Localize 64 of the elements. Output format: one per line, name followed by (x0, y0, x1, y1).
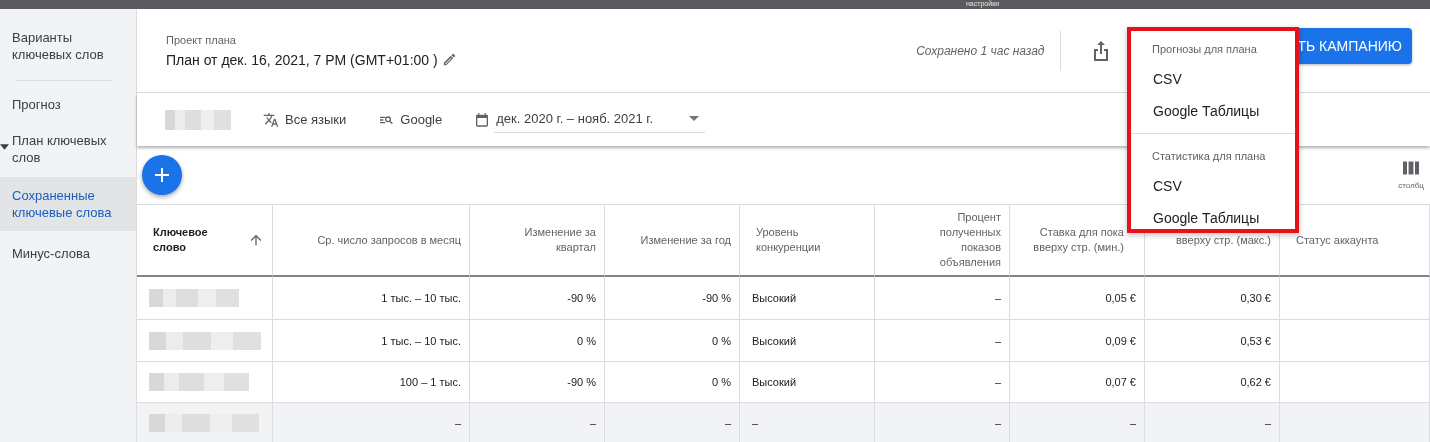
columns-button[interactable]: столбц (1394, 160, 1428, 190)
sidebar-item[interactable]: Прогноз (0, 87, 136, 121)
column-header: Ключевое слово (153, 225, 208, 255)
menu-section-title: Статистика для плана (1151, 149, 1267, 164)
sidebar-item[interactable]: Сохраненные ключевые слова (0, 177, 136, 231)
menu-item[interactable]: CSV (1131, 63, 1295, 95)
table-cell: -90 % (567, 376, 596, 388)
table-cell: – (994, 334, 1001, 347)
table-cell: Высокий (752, 292, 797, 304)
table-cell: – (994, 417, 1001, 429)
table-cell: 0 % (577, 334, 596, 347)
column-header: Ср. число запросов в месяц (317, 232, 461, 248)
add-button[interactable] (142, 155, 182, 195)
saved-status: Сохранено 1 час назад (916, 43, 1045, 58)
table-cell: 1 тыс. – 10 тыс. (381, 334, 461, 347)
table-cell: – (752, 417, 759, 429)
table-cell: Высокий (752, 376, 797, 388)
sort-arrow-icon[interactable] (248, 232, 264, 248)
sidebar-item[interactable]: Минус-слова (0, 236, 136, 270)
table-cell: – (454, 417, 461, 429)
column-header: Ставка для пока вверху стр. (мин.) (1033, 225, 1124, 255)
table-cell: 0 % (712, 376, 731, 388)
column-header: Статус аккаунта (1296, 232, 1379, 248)
column-header: Изменение за квартал (524, 225, 596, 255)
menu-section-title: Прогнозы для плана (1151, 42, 1258, 57)
plan-title: План от дек. 16, 2021, 7 PM (GMT+01:00 ) (166, 51, 438, 68)
table-cell: – (994, 292, 1001, 304)
table-cell: – (1264, 417, 1271, 429)
table-cell: 0,62 € (1240, 376, 1271, 388)
table-cell: – (1129, 417, 1136, 429)
plan-caption: Проект плана (166, 33, 237, 46)
language-filter[interactable]: Все языки (263, 111, 347, 128)
column-header: Изменение за год (640, 232, 731, 248)
sidebar-item[interactable]: Варианты ключевых слов (0, 23, 136, 69)
table-cell: 1 тыс. – 10 тыс. (381, 292, 461, 304)
table-cell: 0,05 € (1105, 292, 1136, 304)
sidebar-item[interactable]: План ключевых слов (0, 126, 136, 172)
column-header: Процент полученных показов объявления (939, 210, 1001, 270)
table-cell: 0,30 € (1240, 292, 1271, 304)
menu-item[interactable]: Google Таблицы (1131, 95, 1295, 127)
table-cell: 0,53 € (1240, 334, 1271, 347)
table-cell: -90 % (567, 292, 596, 304)
table-cell: – (589, 417, 596, 429)
redacted-text (165, 109, 231, 130)
network-filter[interactable]: Google (378, 111, 443, 128)
menu-item[interactable]: CSV (1131, 170, 1295, 202)
calendar-icon (474, 111, 491, 128)
table-cell: 0 % (712, 334, 731, 347)
table-cell: – (994, 376, 1001, 388)
menu-item[interactable]: Google Таблицы (1131, 202, 1295, 234)
table-cell: Высокий (752, 334, 797, 347)
table-cell: 0,09 € (1105, 334, 1136, 347)
pencil-icon[interactable] (441, 52, 457, 67)
table-cell: – (724, 417, 731, 429)
table-cell: -90 % (702, 292, 731, 304)
column-header: Уровень конкуренции (756, 225, 821, 255)
table-cell: 100 – 1 тыс. (399, 376, 461, 388)
date-range-dropdown[interactable]: дек. 2020 г. – нояб. 2021 г. (494, 106, 706, 133)
table-cell: 0,07 € (1105, 376, 1136, 388)
column-header: вверху стр. (макс.) (1176, 232, 1271, 248)
caret-icon[interactable] (0, 144, 9, 150)
caret-icon (689, 115, 700, 121)
translate-icon (263, 111, 279, 128)
columns-icon (1403, 160, 1419, 175)
